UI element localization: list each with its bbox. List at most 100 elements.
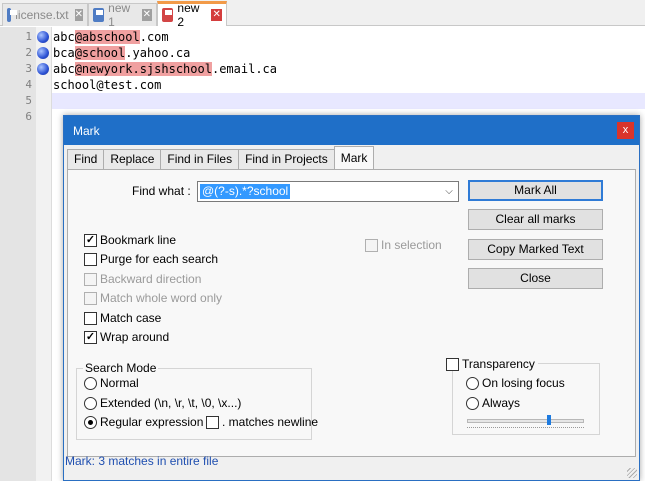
checkbox-label: . matches newline [222, 415, 319, 429]
close-dialog-button[interactable]: Close [468, 268, 603, 289]
find-what-label: Find what : [132, 184, 191, 198]
marked-text: @newyork.sjshschool [74, 62, 212, 76]
bookmark-icon [37, 63, 49, 75]
line-text[interactable]: school@test.com [53, 77, 161, 93]
tab-find-in-files[interactable]: Find in Files [160, 149, 240, 169]
regular-expression-radio[interactable]: Regular expression [84, 415, 203, 429]
tab-replace[interactable]: Replace [103, 149, 162, 169]
checkbox-box [365, 238, 378, 252]
tab-find[interactable]: Find [67, 149, 105, 169]
line-number: 1 [25, 30, 32, 43]
document-tab-bar: license.txt ✕ new 1 ✕ new 2 ✕ [0, 0, 645, 29]
match-case-checkbox[interactable]: Match case [84, 311, 161, 325]
line-number: 6 [25, 110, 32, 123]
close-icon[interactable]: ✕ [211, 9, 222, 21]
check-icon: ✓ [84, 233, 97, 247]
mark-panel: Find what : @(?-s).*?school ⌵ Mark All C… [67, 169, 636, 457]
match-whole-word-checkbox[interactable]: Match whole word only [84, 291, 222, 305]
line-text[interactable]: bca@school.yahoo.ca [53, 45, 190, 61]
dialog-tabs: Find Replace Find in Files Find in Proje… [67, 146, 375, 169]
text-segment: .com [139, 30, 169, 44]
clear-all-marks-button[interactable]: Clear all marks [468, 209, 603, 230]
checkbox-box [84, 311, 97, 325]
editor-line: 2 bca@school.yahoo.ca [0, 45, 645, 61]
search-mode-title: Search Mode [83, 361, 159, 375]
marked-text: @school [74, 46, 126, 60]
mark-all-button[interactable]: Mark All [468, 180, 603, 201]
radio-button [466, 376, 479, 390]
line-text[interactable]: abc@newyork.sjshschool.email.ca [53, 61, 277, 77]
radio-label: On losing focus [482, 376, 565, 390]
marked-text: @abschool [74, 30, 140, 44]
checkbox-box [84, 291, 97, 305]
wrap-around-checkbox[interactable]: ✓ Wrap around [84, 330, 169, 344]
checkbox-label: Wrap around [100, 330, 170, 344]
line-number: 2 [25, 46, 32, 59]
text-segment: .email.ca [211, 62, 277, 76]
resize-grip-icon[interactable] [627, 468, 637, 478]
normal-radio[interactable]: Normal [84, 376, 139, 390]
text-segment: abc [53, 30, 75, 44]
tab-license-txt[interactable]: license.txt ✕ [2, 3, 88, 26]
copy-marked-text-button[interactable]: Copy Marked Text [468, 239, 603, 260]
radio-button [84, 376, 97, 390]
tab-new-2[interactable]: new 2 ✕ [157, 1, 227, 29]
save-file-icon [93, 8, 105, 22]
checkbox-label: Backward direction [100, 272, 202, 286]
line-number: 5 [25, 94, 32, 107]
bookmark-icon [37, 31, 49, 43]
checkbox-label: In selection [381, 238, 442, 252]
editor-line: 1 abc@abschool.com [0, 29, 645, 45]
tab-find-in-projects[interactable]: Find in Projects [238, 149, 335, 169]
backward-direction-checkbox[interactable]: Backward direction [84, 272, 201, 286]
text-segment: .yahoo.ca [125, 46, 191, 60]
editor-line: 4 school@test.com [0, 77, 645, 93]
checkbox-box [84, 252, 97, 266]
slider-ticks [467, 425, 584, 428]
line-text[interactable]: abc@abschool.com [53, 29, 169, 45]
mark-dialog: Mark x Find Replace Find in Files Find i… [63, 115, 640, 481]
close-button[interactable]: x [617, 122, 634, 139]
radio-label: Normal [100, 376, 139, 390]
line-number: 3 [25, 62, 32, 75]
purge-checkbox[interactable]: Purge for each search [84, 252, 218, 266]
line-number: 4 [25, 78, 32, 91]
unsaved-file-icon [162, 8, 174, 22]
in-selection-checkbox[interactable]: In selection [365, 238, 442, 252]
find-what-value[interactable]: @(?-s).*?school [200, 184, 291, 199]
save-file-icon [7, 8, 18, 22]
radio-label: Always [482, 396, 521, 410]
checkbox-label: Match case [100, 311, 162, 325]
always-radio[interactable]: Always [466, 396, 520, 410]
tab-label: new 2 [177, 1, 200, 29]
dialog-titlebar[interactable]: Mark [64, 116, 639, 145]
text-segment: abc [53, 62, 75, 76]
find-what-combobox[interactable]: @(?-s).*?school ⌵ [197, 181, 459, 202]
tab-label: new 1 [108, 1, 131, 29]
check-icon: ✓ [84, 330, 97, 344]
bookmark-line-checkbox[interactable]: ✓ Bookmark line [84, 233, 176, 247]
checkbox-label: Bookmark line [100, 233, 177, 247]
checkbox-label: Match whole word only [100, 291, 223, 305]
status-message: Mark: 3 matches in entire file [65, 454, 219, 468]
tab-new-1[interactable]: new 1 ✕ [88, 1, 157, 29]
tab-mark[interactable]: Mark [333, 146, 375, 169]
dialog-title: Mark [73, 123, 100, 138]
transparency-checkbox[interactable]: Transparency [446, 357, 538, 371]
text-segment: bca [53, 46, 75, 60]
chevron-down-icon[interactable]: ⌵ [442, 183, 456, 200]
slider-thumb[interactable] [547, 415, 551, 425]
editor-line: 3 abc@newyork.sjshschool.email.ca [0, 61, 645, 77]
radio-button [84, 396, 97, 410]
close-icon[interactable]: ✕ [141, 9, 152, 21]
extended-radio[interactable]: Extended (\n, \r, \t, \0, \x...) [84, 396, 241, 410]
matches-newline-checkbox[interactable]: . matches newline [206, 415, 318, 429]
close-icon[interactable]: ✕ [74, 9, 83, 21]
on-losing-focus-radio[interactable]: On losing focus [466, 376, 565, 390]
radio-label: Regular expression [100, 415, 204, 429]
bookmark-icon [37, 47, 49, 59]
slider-track[interactable] [467, 419, 584, 423]
editor-line: 5 [0, 93, 645, 109]
radio-button-selected [84, 415, 97, 429]
checkbox-box [206, 415, 219, 429]
